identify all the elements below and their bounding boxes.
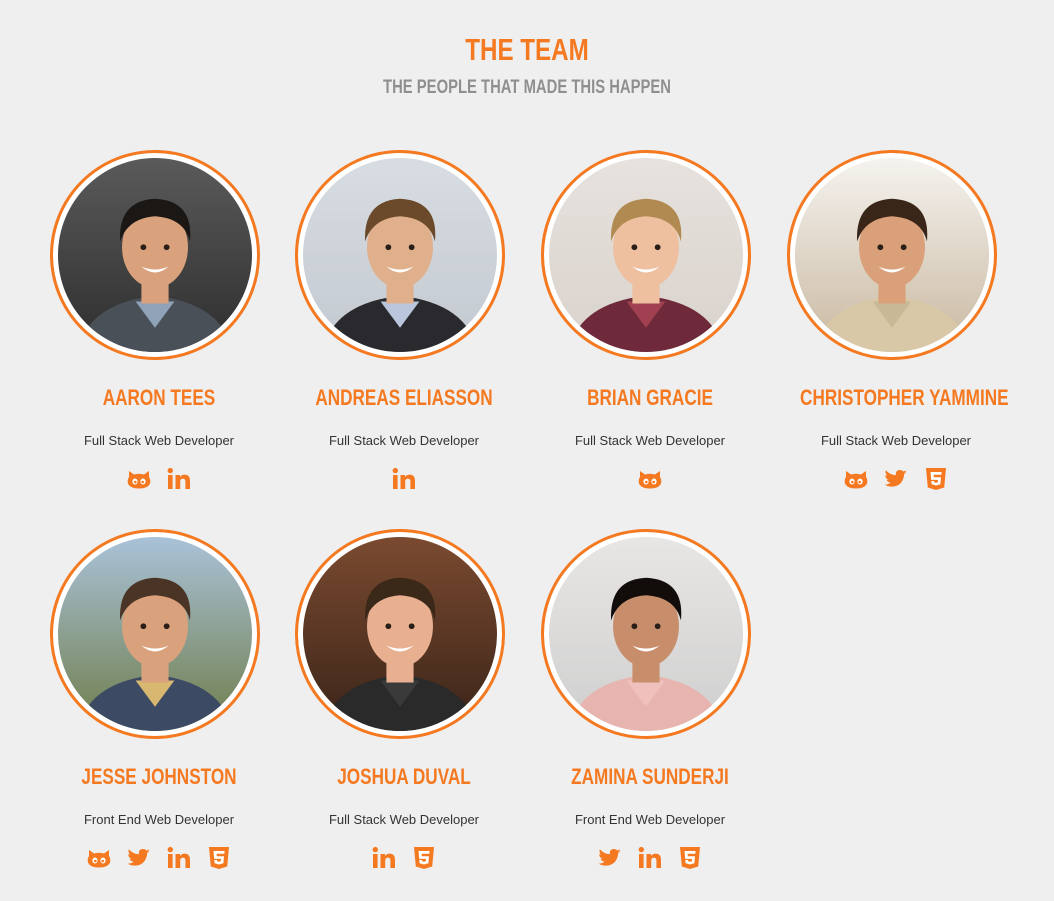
member-name: JESSE JOHNSTON	[81, 764, 237, 789]
html5-icon	[206, 845, 232, 871]
member-role: Full Stack Web Developer	[83, 433, 235, 448]
member-social-links	[36, 466, 282, 492]
linkedin-link[interactable]	[166, 466, 192, 492]
page-title: THE TEAM	[465, 32, 589, 67]
twitter-link[interactable]	[126, 845, 152, 871]
member-name: ZAMINA SUNDERJI	[571, 764, 729, 789]
team-header: THE TEAM THE PEOPLE THAT MADE THIS HAPPE…	[0, 28, 1054, 100]
member-role: Front End Web Developer	[574, 812, 726, 827]
member-social-links	[281, 466, 527, 492]
html5-link[interactable]	[206, 845, 232, 871]
github-icon	[86, 845, 112, 871]
member-role: Full Stack Web Developer	[328, 812, 480, 827]
linkedin-link[interactable]	[637, 845, 663, 871]
member-photo	[541, 150, 751, 360]
html5-icon	[923, 466, 949, 492]
github-link[interactable]	[86, 845, 112, 871]
twitter-link[interactable]	[883, 466, 909, 492]
member-social-links	[773, 466, 1019, 492]
twitter-icon	[126, 845, 152, 871]
linkedin-icon	[637, 845, 663, 871]
member-role: Full Stack Web Developer	[574, 433, 726, 448]
member-social-links	[527, 466, 773, 492]
twitter-icon	[883, 466, 909, 492]
member-photo	[295, 150, 505, 360]
github-link[interactable]	[843, 466, 869, 492]
github-link[interactable]	[126, 466, 152, 492]
member-name: ANDREAS ELIASSON	[315, 385, 493, 410]
member-photo	[541, 529, 751, 739]
linkedin-link[interactable]	[166, 845, 192, 871]
html5-icon	[411, 845, 437, 871]
github-icon	[126, 466, 152, 492]
html5-link[interactable]	[411, 845, 437, 871]
twitter-icon	[597, 845, 623, 871]
member-social-links	[36, 845, 282, 871]
member-name: BRIAN GRACIE	[587, 385, 713, 410]
twitter-link[interactable]	[597, 845, 623, 871]
member-photo	[50, 150, 260, 360]
member-name: JOSHUA DUVAL	[337, 764, 471, 789]
member-role: Full Stack Web Developer	[328, 433, 480, 448]
member-social-links	[281, 845, 527, 871]
page-subtitle: THE PEOPLE THAT MADE THIS HAPPEN	[383, 77, 671, 98]
linkedin-icon	[391, 466, 417, 492]
member-name: CHRISTOPHER YAMMINE	[800, 385, 1009, 410]
github-icon	[637, 466, 663, 492]
github-link[interactable]	[637, 466, 663, 492]
html5-icon	[677, 845, 703, 871]
member-social-links	[527, 845, 773, 871]
member-photo	[295, 529, 505, 739]
github-icon	[843, 466, 869, 492]
linkedin-link[interactable]	[371, 845, 397, 871]
linkedin-icon	[166, 466, 192, 492]
member-name: AARON TEES	[102, 385, 216, 410]
member-role: Full Stack Web Developer	[820, 433, 972, 448]
linkedin-link[interactable]	[391, 466, 417, 492]
member-photo	[50, 529, 260, 739]
member-photo	[787, 150, 997, 360]
member-role: Front End Web Developer	[83, 812, 235, 827]
html5-link[interactable]	[677, 845, 703, 871]
linkedin-icon	[166, 845, 192, 871]
linkedin-icon	[371, 845, 397, 871]
html5-link[interactable]	[923, 466, 949, 492]
